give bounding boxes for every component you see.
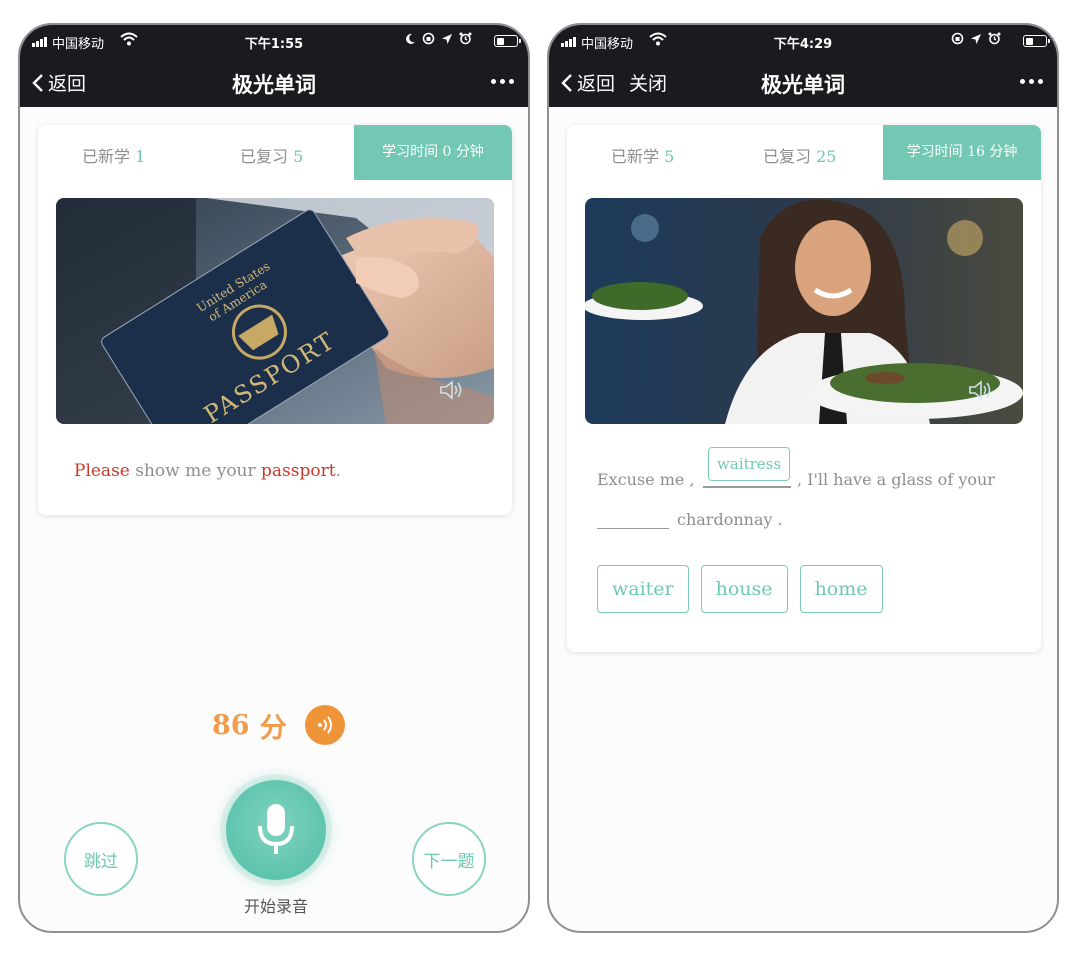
lock-rotation-icon [422, 32, 435, 45]
passport-photo: PASSPORT United States of America [56, 198, 494, 424]
option-house[interactable]: house [700, 565, 788, 613]
alarm-icon [459, 32, 472, 45]
stat-reviewed: 已复习 5 [240, 143, 303, 167]
stat-learned-value: 5 [664, 147, 675, 166]
battery-icon [494, 35, 521, 47]
speaker-icon[interactable] [438, 378, 464, 402]
alarm-icon [988, 32, 1001, 45]
more-icon[interactable] [491, 79, 514, 84]
sentence-part-1: Excuse me , [597, 470, 695, 489]
stat-learned-label: 已新学 [82, 147, 131, 166]
answer-blank[interactable]: waitress [708, 447, 791, 481]
blank-underline [703, 486, 791, 488]
stats-bar: 已新学 1 已复习 5 学习时间 0 分钟 [38, 125, 512, 180]
record-button[interactable] [226, 780, 326, 880]
waitress-photo [585, 198, 1023, 424]
sentence-part-2: , I'll have a glass of your [797, 470, 995, 489]
score-unit: 分 [259, 712, 287, 744]
top-bar: 中国移动 下午4:29 返回 关闭 极光单词 [549, 25, 1057, 107]
pronunciation-score: 86 分 [212, 705, 345, 745]
battery-icon [1023, 35, 1050, 47]
stat-reviewed-value: 25 [816, 147, 837, 166]
nav-bar: 返回 关闭 极光单词 [549, 59, 1057, 107]
page-title: 极光单词 [761, 73, 845, 97]
skip-button[interactable]: 跳过 [64, 822, 138, 896]
highlight-word-passport: passport [261, 461, 336, 481]
record-label: 开始录音 [243, 897, 308, 916]
word-card: 已新学 1 已复习 5 学习时间 0 分钟 PASSPORT United St… [38, 125, 512, 515]
location-icon [971, 33, 981, 44]
sentence-middle: show me your [129, 461, 262, 481]
option-waiter[interactable]: waiter [597, 565, 689, 613]
study-time-badge: 学习时间 0 分钟 [354, 125, 512, 180]
highlight-word-please: Please [74, 461, 130, 481]
moon-icon [406, 33, 415, 44]
status-bar: 中国移动 下午1:55 [20, 25, 528, 59]
stat-learned: 已新学 1 [82, 143, 145, 167]
next-label: 下一题 [423, 851, 475, 872]
top-bar: 中国移动 下午1:55 返回 极光单词 [20, 25, 528, 107]
speaker-icon[interactable] [967, 378, 993, 402]
sentence-line-2: chardonnay . [597, 510, 783, 529]
stat-learned-label: 已新学 [611, 147, 660, 166]
phone-right: 中国移动 下午4:29 返回 关闭 极光单词 已新学 5 已复习 25 学习时间… [547, 23, 1059, 933]
more-icon[interactable] [1020, 79, 1043, 84]
lock-rotation-icon [951, 32, 964, 45]
answer-options: waiter house home [597, 565, 883, 613]
stats-bar: 已新学 5 已复习 25 学习时间 16 分钟 [567, 125, 1041, 180]
status-bar: 中国移动 下午4:29 [549, 25, 1057, 59]
score-value: 86 [212, 709, 250, 741]
skip-label: 跳过 [84, 851, 118, 872]
stat-learned-value: 1 [135, 147, 146, 166]
sentence-end: . [335, 461, 341, 481]
example-sentence: Please show me your passport. [74, 461, 341, 481]
location-icon [442, 33, 452, 44]
sound-wave-icon [317, 716, 332, 734]
phone-left: 中国移动 下午1:55 返回 极光单词 已新学 1 已复习 5 学习时间 0 分… [18, 23, 530, 933]
stat-reviewed-label: 已复习 [240, 147, 289, 166]
play-recording-button[interactable] [304, 705, 345, 745]
stat-reviewed: 已复习 25 [763, 143, 836, 167]
stat-reviewed-label: 已复习 [763, 147, 812, 166]
stat-reviewed-value: 5 [293, 147, 304, 166]
sentence-part-3: chardonnay . [677, 510, 783, 529]
nav-bar: 返回 极光单词 [20, 59, 528, 107]
microphone-icon [258, 804, 294, 854]
word-card: 已新学 5 已复习 25 学习时间 16 分钟 Excuse me , wait… [567, 125, 1041, 652]
next-question-button[interactable]: 下一题 [412, 822, 486, 896]
page-title: 极光单词 [232, 73, 316, 97]
option-home[interactable]: home [799, 565, 883, 613]
stat-learned: 已新学 5 [611, 143, 674, 167]
empty-blank[interactable] [597, 527, 669, 529]
study-time-badge: 学习时间 16 分钟 [883, 125, 1041, 180]
